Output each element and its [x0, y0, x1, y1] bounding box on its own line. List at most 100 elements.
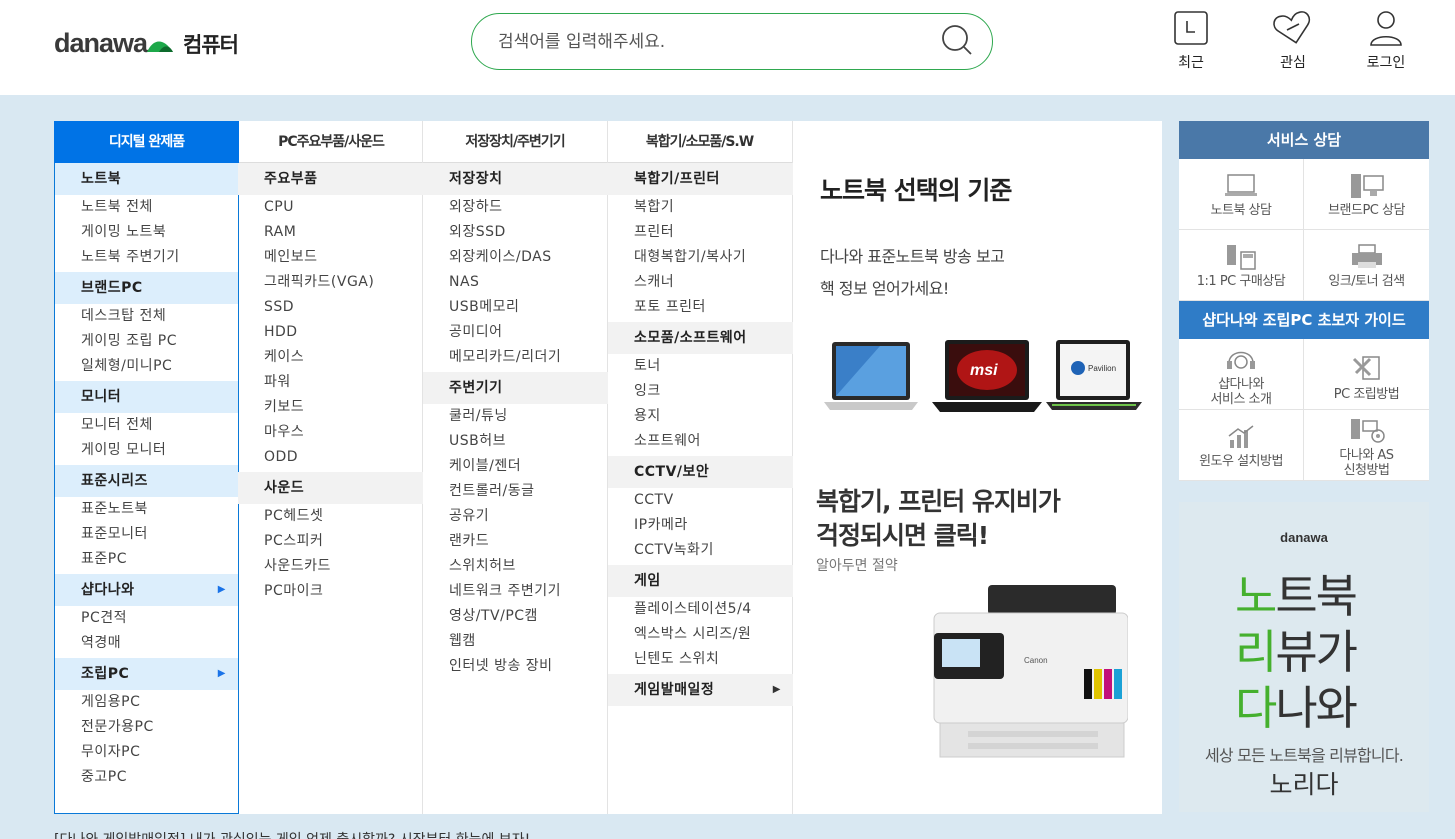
menu-item[interactable]: 포토 프린터 — [608, 295, 793, 320]
menu-item[interactable]: 마우스 — [238, 420, 423, 445]
menu-item[interactable]: 데스크탑 전체 — [55, 304, 238, 329]
menu-item[interactable]: 메인보드 — [238, 245, 423, 270]
notebook-review-ad[interactable]: danawa 노트북 리뷰가 다나와 세상 모든 노트북을 리뷰합니다. 노리다 — [1179, 502, 1429, 812]
notebook-consult-button[interactable]: 노트북 상담 — [1179, 159, 1304, 230]
group-storage[interactable]: 저장장치 — [423, 163, 608, 195]
menu-item[interactable]: 컨트롤러/동글 — [423, 479, 608, 504]
menu-item[interactable]: 외장하드 — [423, 195, 608, 220]
tab-storage-peripherals[interactable]: 저장장치/주변기기 — [423, 121, 607, 163]
menu-item[interactable]: IP카메라 — [608, 513, 793, 538]
menu-item[interactable]: 표준PC — [55, 547, 238, 572]
ink-toner-search-button[interactable]: 잉크/토너 검색 — [1304, 230, 1429, 301]
tab-printers-software[interactable]: 복합기/소모품/S.W — [607, 121, 792, 163]
group-cctv[interactable]: CCTV/보안 — [608, 456, 793, 488]
menu-item[interactable]: PC헤드셋 — [238, 504, 423, 529]
menu-item[interactable]: 인터넷 방송 장비 — [423, 654, 608, 679]
menu-item[interactable]: 노트북 전체 — [55, 195, 238, 220]
menu-item[interactable]: 외장SSD — [423, 220, 608, 245]
menu-item[interactable]: 모니터 전체 — [55, 413, 238, 438]
menu-item[interactable]: 전문가용PC — [55, 715, 238, 740]
menu-item[interactable]: 대형복합기/복사기 — [608, 245, 793, 270]
menu-item[interactable]: 게이밍 조립 PC — [55, 329, 238, 354]
group-standard-series[interactable]: 표준시리즈 — [55, 465, 238, 497]
menu-item[interactable]: RAM — [238, 220, 423, 245]
tab-digital-products[interactable]: 디지털 완제품 — [54, 121, 239, 163]
menu-item[interactable]: 역경매 — [55, 631, 238, 656]
menu-item[interactable]: 엑스박스 시리즈/원 — [608, 622, 793, 647]
menu-item[interactable]: 케이블/젠더 — [423, 454, 608, 479]
menu-item[interactable]: HDD — [238, 320, 423, 345]
news-ticker[interactable]: [다나와 게임발매일정] 내가 관심있는 게임 언제 출시할까? 시작부터 한눈… — [54, 829, 530, 839]
menu-item[interactable]: 그래픽카드(VGA) — [238, 270, 423, 295]
menu-item[interactable]: USB메모리 — [423, 295, 608, 320]
pc-purchase-consult-button[interactable]: 1:1 PC 구매상담 — [1179, 230, 1304, 301]
menu-item[interactable]: 소프트웨어 — [608, 429, 793, 454]
menu-item[interactable]: 메모리카드/리더기 — [423, 345, 608, 370]
menu-item[interactable]: NAS — [423, 270, 608, 295]
promo-title[interactable]: 노트북 선택의 기준 — [820, 171, 1012, 207]
search-input[interactable] — [498, 28, 918, 56]
menu-item[interactable]: 스캐너 — [608, 270, 793, 295]
danawa-as-request-button[interactable]: 다나와 AS 신청방법 — [1304, 410, 1429, 481]
danawa-logo[interactable]: danawa 컴퓨터 — [54, 28, 239, 59]
menu-item[interactable]: SSD — [238, 295, 423, 320]
group-main-parts[interactable]: 주요부품 — [238, 163, 423, 195]
recent-button[interactable]: 최근 — [1161, 10, 1221, 72]
menu-item[interactable]: 파워 — [238, 370, 423, 395]
menu-item[interactable]: ODD — [238, 445, 423, 470]
group-game-release-schedule[interactable]: 게임발매일정 ▶ — [608, 674, 793, 706]
group-games[interactable]: 게임 — [608, 565, 793, 597]
printer-image[interactable]: Canon — [928, 583, 1128, 761]
group-sound[interactable]: 사운드 — [238, 472, 423, 504]
interest-button[interactable]: 관심 — [1263, 10, 1323, 72]
group-monitor[interactable]: 모니터 — [55, 381, 238, 413]
menu-item[interactable]: CCTV — [608, 488, 793, 513]
group-shop-danawa[interactable]: 샵다나와 ▶ — [55, 574, 238, 606]
menu-item[interactable]: 닌텐도 스위치 — [608, 647, 793, 672]
search-icon[interactable] — [940, 23, 974, 57]
menu-item[interactable]: 게이밍 모니터 — [55, 438, 238, 463]
brand-pc-consult-button[interactable]: 브랜드PC 상담 — [1304, 159, 1429, 230]
menu-item[interactable]: 공유기 — [423, 504, 608, 529]
menu-item[interactable]: 외장케이스/DAS — [423, 245, 608, 270]
guide-title[interactable]: 샵다나와 조립PC 초보자 가이드 — [1179, 301, 1429, 339]
windows-install-guide-button[interactable]: 윈도우 설치방법 — [1179, 410, 1304, 481]
menu-item[interactable]: 네트워크 주변기기 — [423, 579, 608, 604]
menu-item[interactable]: 랜카드 — [423, 529, 608, 554]
menu-item[interactable]: 복합기 — [608, 195, 793, 220]
group-assembled-pc[interactable]: 조립PC ▶ — [55, 658, 238, 690]
menu-item[interactable]: 쿨러/튜닝 — [423, 404, 608, 429]
group-printers[interactable]: 복합기/프린터 — [608, 163, 793, 195]
menu-item[interactable]: 게이밍 노트북 — [55, 220, 238, 245]
menu-item[interactable]: USB허브 — [423, 429, 608, 454]
menu-item[interactable]: 노트북 주변기기 — [55, 245, 238, 270]
menu-item[interactable]: 영상/TV/PC캠 — [423, 604, 608, 629]
menu-item[interactable]: CPU — [238, 195, 423, 220]
printer-promo-title[interactable]: 복합기, 프린터 유지비가 걱정되시면 클릭! — [816, 485, 1061, 553]
menu-item[interactable]: 중고PC — [55, 765, 238, 790]
tab-pc-parts[interactable]: PC주요부품/사운드 — [239, 121, 423, 163]
menu-item[interactable]: PC스피커 — [238, 529, 423, 554]
menu-item[interactable]: 잉크 — [608, 379, 793, 404]
group-supplies-software[interactable]: 소모품/소프트웨어 — [608, 322, 793, 354]
group-peripherals[interactable]: 주변기기 — [423, 372, 608, 404]
menu-item[interactable]: 프린터 — [608, 220, 793, 245]
menu-item[interactable]: 케이스 — [238, 345, 423, 370]
menu-item[interactable]: PC마이크 — [238, 579, 423, 604]
menu-item[interactable]: 공미디어 — [423, 320, 608, 345]
group-notebook[interactable]: 노트북 — [55, 163, 238, 195]
menu-item[interactable]: 웹캠 — [423, 629, 608, 654]
menu-item[interactable]: 토너 — [608, 354, 793, 379]
menu-item[interactable]: 사운드카드 — [238, 554, 423, 579]
menu-item[interactable]: 일체형/미니PC — [55, 354, 238, 379]
menu-item[interactable]: CCTV녹화기 — [608, 538, 793, 563]
menu-item[interactable]: 용지 — [608, 404, 793, 429]
menu-item[interactable]: 플레이스테이션5/4 — [608, 597, 793, 622]
menu-item[interactable]: 스위치허브 — [423, 554, 608, 579]
shop-danawa-intro-button[interactable]: 샵다나와 서비스 소개 — [1179, 339, 1304, 410]
menu-item[interactable]: 표준모니터 — [55, 522, 238, 547]
menu-item[interactable]: 게임용PC — [55, 690, 238, 715]
menu-item[interactable]: 키보드 — [238, 395, 423, 420]
laptops-image[interactable]: msi Pavilion — [820, 338, 1150, 418]
menu-item[interactable]: 표준노트북 — [55, 497, 238, 522]
